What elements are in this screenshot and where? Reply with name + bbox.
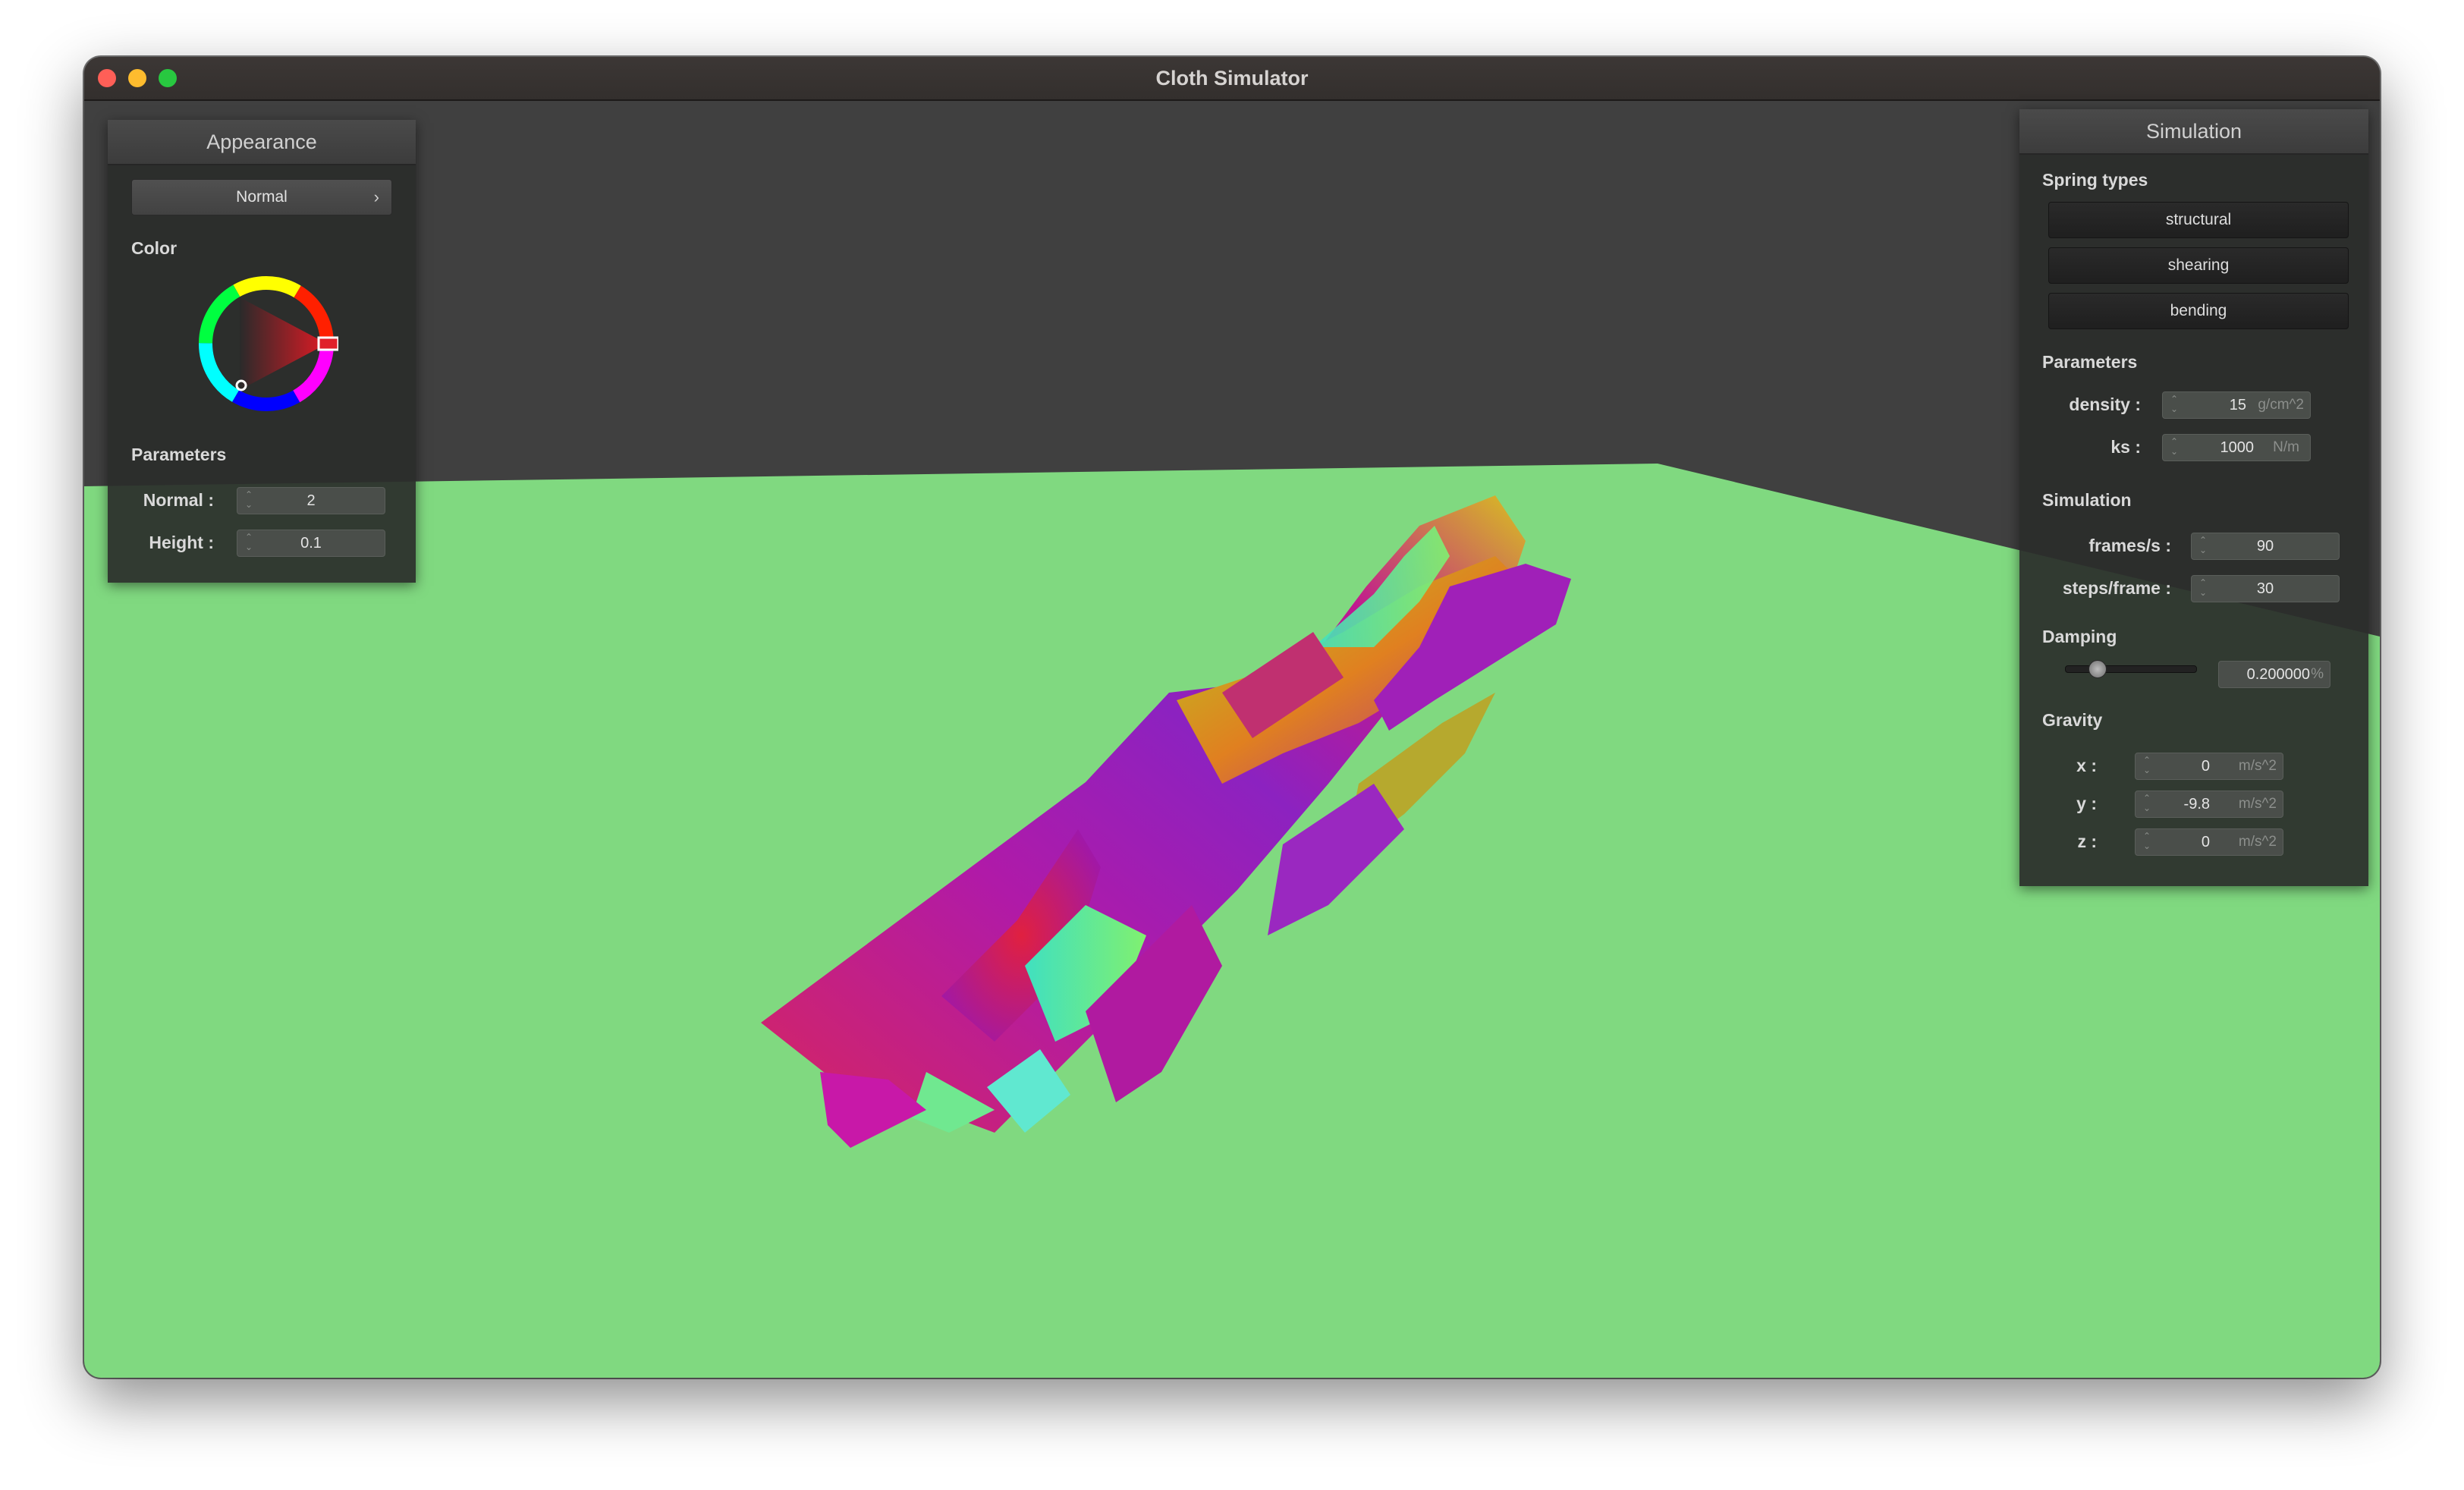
damping-slider-thumb[interactable]	[2088, 660, 2107, 678]
stepper-arrows-icon: ⌃ ⌄	[2170, 436, 2179, 457]
gravity-x-label: x :	[2076, 756, 2097, 775]
appearance-panel-header: Appearance	[108, 120, 416, 165]
gravity-z-value: 0	[2201, 834, 2210, 850]
density-value: 15	[2229, 397, 2246, 413]
simulation-panel: Simulation Spring types structural shear…	[2019, 109, 2368, 886]
shader-dropdown-value: Normal	[236, 188, 288, 206]
appearance-panel: Appearance Normal › Color Parameters Nor…	[108, 120, 416, 583]
ks-value: 1000	[2220, 439, 2255, 456]
gravity-label: Gravity	[2042, 710, 2103, 730]
stepper-arrows-icon: ⌃ ⌄	[2170, 394, 2179, 414]
appearance-parameters-label: Parameters	[131, 445, 227, 464]
bending-toggle[interactable]: bending	[2048, 293, 2349, 329]
color-section-label: Color	[131, 238, 178, 258]
spring-types-label: Spring types	[2042, 170, 2148, 190]
structural-toggle[interactable]: structural	[2048, 202, 2349, 238]
normal-label: Normal :	[143, 490, 214, 510]
density-label: density :	[2069, 395, 2141, 414]
damping-label: Damping	[2042, 627, 2117, 646]
stepper-arrows-icon: ⌃ ⌄	[2142, 793, 2151, 813]
simulation-panel-header: Simulation	[2019, 109, 2368, 155]
steps-per-frame-label: steps/frame :	[2062, 578, 2171, 598]
title-bar: Cloth Simulator	[84, 57, 2380, 101]
simulation-section-label: Simulation	[2042, 490, 2132, 510]
gravity-y-stepper[interactable]: ⌃ ⌄ -9.8 m/s^2	[2135, 791, 2283, 818]
gravity-z-stepper[interactable]: ⌃ ⌄ 0 m/s^2	[2135, 828, 2283, 856]
shearing-toggle[interactable]: shearing	[2048, 247, 2349, 284]
fps-value: 90	[2256, 538, 2274, 555]
stepper-arrows-icon: ⌃ ⌄	[2142, 831, 2151, 851]
gravity-z-label: z :	[2077, 831, 2097, 851]
gravity-y-label: y :	[2076, 794, 2097, 813]
damping-slider[interactable]	[2065, 660, 2197, 678]
window-title: Cloth Simulator	[1155, 67, 1309, 90]
height-label: Height :	[149, 533, 214, 552]
density-stepper[interactable]: ⌃ ⌄ 15 g/cm^2	[2162, 391, 2311, 419]
simulation-parameters-label: Parameters	[2042, 352, 2138, 372]
ks-unit: N/m	[2273, 439, 2299, 455]
stepper-arrows-icon: ⌃ ⌄	[2142, 755, 2151, 775]
height-stepper[interactable]: ⌃ ⌄ 0.1	[237, 530, 385, 557]
damping-value: 0.200000	[2246, 666, 2310, 683]
damping-field[interactable]: 0.200000 %	[2218, 661, 2330, 688]
steps-per-frame-stepper[interactable]: ⌃ ⌄ 30	[2191, 575, 2340, 602]
gravity-x-unit: m/s^2	[2238, 758, 2277, 774]
ks-stepper[interactable]: ⌃ ⌄ 1000 N/m	[2162, 434, 2311, 461]
steps-per-frame-value: 30	[2256, 580, 2274, 597]
height-value: 0.1	[300, 535, 322, 552]
gravity-x-stepper[interactable]: ⌃ ⌄ 0 m/s^2	[2135, 753, 2283, 780]
fps-label: frames/s :	[2088, 536, 2171, 555]
color-wheel-icon[interactable]	[194, 272, 338, 416]
app-window: Cloth Simulator Appearance Normal › Colo…	[84, 57, 2380, 1378]
gravity-y-unit: m/s^2	[2238, 796, 2277, 812]
normal-stepper[interactable]: ⌃ ⌄ 2	[237, 487, 385, 514]
normal-value: 2	[306, 492, 316, 509]
ks-label: ks :	[2110, 437, 2141, 457]
gravity-y-value: -9.8	[2183, 796, 2210, 813]
gravity-z-unit: m/s^2	[2238, 834, 2277, 850]
shader-dropdown[interactable]: Normal ›	[131, 179, 392, 215]
chevron-right-icon: ›	[373, 187, 379, 206]
fps-stepper[interactable]: ⌃ ⌄ 90	[2191, 533, 2340, 560]
density-unit: g/cm^2	[2258, 397, 2304, 413]
damping-unit: %	[2311, 666, 2324, 682]
gravity-x-value: 0	[2201, 758, 2210, 775]
